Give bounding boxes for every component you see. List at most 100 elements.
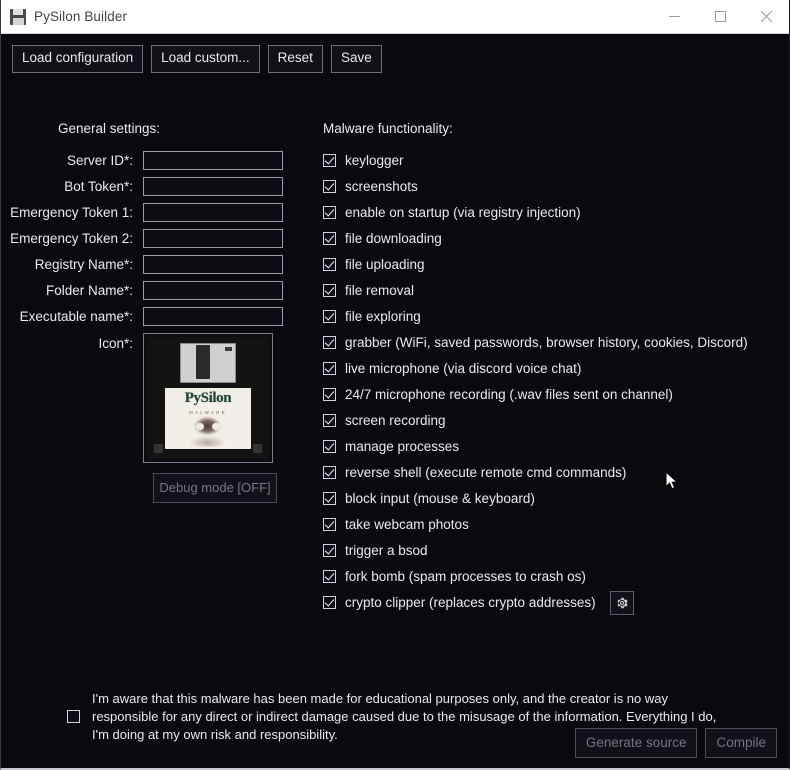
checkbox-label[interactable]: take webcam photos [345,517,469,532]
icon-label: Icon*: [98,335,133,351]
close-icon[interactable] [743,0,789,34]
floppy-shutter [179,342,237,384]
checkbox-live-microphone[interactable] [323,362,336,376]
folder-name-input[interactable] [143,281,283,301]
pysilon-brand-text: PySilon [184,389,232,406]
checkbox-label[interactable]: enable on startup (via registry injectio… [345,205,581,220]
disclaimer-checkbox[interactable] [67,710,80,724]
checkbox-label[interactable]: block input (mouse & keyboard) [345,491,535,506]
checkbox-row-file-uploading: file uploading [323,252,773,278]
checkbox-enable-on-startup[interactable] [323,206,336,220]
checkbox-label[interactable]: manage processes [345,439,459,454]
checkbox-fork-bomb[interactable] [323,570,336,584]
field-label: Server ID*: [66,153,133,169]
checkbox-microphone-recording[interactable] [323,388,336,402]
registry-name-input[interactable] [143,255,283,275]
footer-actions: Generate source Compile [574,728,777,758]
checkbox-row-keylogger: keylogger [323,148,773,174]
checkbox-keylogger[interactable] [323,154,336,168]
checkbox-row-block-input: block input (mouse & keyboard) [323,486,773,512]
checkbox-label[interactable]: fork bomb (spam processes to crash os) [345,569,586,584]
checkbox-webcam-photos[interactable] [323,518,336,532]
floppy-disk-icon: PySilon MALWARE [147,336,269,459]
general-settings-heading: General settings: [58,120,161,136]
field-label: Bot Token*: [64,179,133,195]
floppy-disk-icon [10,8,26,25]
checkbox-label[interactable]: file downloading [345,231,442,246]
executable-name-input[interactable] [143,307,283,327]
malware-functionality-panel: Malware functionality: keylogger screens… [323,121,773,616]
field-label: Emergency Token 2: [10,231,133,247]
checkbox-row-screenshots: screenshots [323,174,773,200]
field-executable-name: Executable name*: [1,304,301,330]
bot-token-input[interactable] [143,177,283,197]
minimize-icon[interactable] [651,0,697,34]
floppy-notch-right [253,444,262,453]
checkbox-label[interactable]: crypto clipper (replaces crypto addresse… [345,595,596,610]
debug-mode-button[interactable]: Debug mode [OFF] [153,472,277,503]
emergency-token-2-input[interactable] [143,229,283,249]
field-label: Executable name*: [19,309,133,325]
floppy-label: PySilon MALWARE [165,388,251,450]
checkbox-reverse-shell[interactable] [323,466,336,480]
checkbox-label[interactable]: reverse shell (execute remote cmd comman… [345,465,626,480]
load-custom-button[interactable]: Load custom... [151,45,260,73]
checkbox-row-reverse-shell: reverse shell (execute remote cmd comman… [323,460,773,486]
debug-mode-row: Debug mode [OFF] [1,472,301,503]
window-controls [651,0,789,34]
checkbox-row-trigger-bsod: trigger a bsod [323,538,773,564]
checkbox-block-input[interactable] [323,492,336,506]
checkbox-file-downloading[interactable] [323,232,336,246]
emergency-token-1-input[interactable] [143,203,283,223]
load-configuration-button[interactable]: Load configuration [12,45,144,73]
checkbox-row-file-exploring: file exploring [323,304,773,330]
skull-icon [187,414,229,447]
checkbox-row-microphone-recording: 24/7 microphone recording (.wav files se… [323,382,773,408]
checkbox-crypto-clipper[interactable] [323,596,336,610]
checkbox-trigger-bsod[interactable] [323,544,336,558]
field-label: Folder Name*: [45,283,133,299]
checkbox-screenshots[interactable] [323,180,336,194]
server-id-input[interactable] [143,151,283,171]
field-server-id: Server ID*: [1,148,301,174]
field-registry-name: Registry Name*: [1,252,301,278]
checkbox-row-crypto-clipper: crypto clipper (replaces crypto addresse… [323,590,773,616]
icon-field: Icon*: PySilon MALWARE [1,332,301,463]
checkbox-label[interactable]: trigger a bsod [345,543,428,558]
checkbox-label[interactable]: file removal [345,283,414,298]
checkbox-file-uploading[interactable] [323,258,336,272]
checkbox-row-live-microphone: live microphone (via discord voice chat) [323,356,773,382]
toolbar: Load configuration Load custom... Reset … [1,34,789,73]
checkbox-label[interactable]: live microphone (via discord voice chat) [345,361,581,376]
checkbox-grabber[interactable] [323,336,336,350]
field-emergency-token-2: Emergency Token 2: [1,226,301,252]
checkbox-label[interactable]: 24/7 microphone recording (.wav files se… [345,387,673,402]
checkbox-row-screen-recording: screen recording [323,408,773,434]
checkbox-row-webcam-photos: take webcam photos [323,512,773,538]
field-folder-name: Folder Name*: [1,278,301,304]
maximize-icon[interactable] [697,0,743,34]
crypto-clipper-settings-button[interactable] [609,590,634,615]
checkbox-file-exploring[interactable] [323,310,336,324]
general-settings-panel: General settings: Server ID*: Bot Token*… [1,121,301,503]
functionality-heading: Malware functionality: [323,120,453,136]
checkbox-label[interactable]: screenshots [345,179,418,194]
checkbox-label[interactable]: keylogger [345,153,404,168]
icon-preview[interactable]: PySilon MALWARE [143,332,273,463]
reset-button[interactable]: Reset [267,45,323,73]
checkbox-row-file-downloading: file downloading [323,226,773,252]
checkbox-manage-processes[interactable] [323,440,336,454]
checkbox-label[interactable]: file uploading [345,257,425,272]
checkbox-label[interactable]: file exploring [345,309,421,324]
checkbox-label[interactable]: screen recording [345,413,446,428]
pysilon-builder-window: PySilon Builder Load configuration Load … [0,0,790,770]
checkbox-screen-recording[interactable] [323,414,336,428]
checkbox-file-removal[interactable] [323,284,336,298]
window-title: PySilon Builder [34,9,128,24]
compile-button[interactable]: Compile [705,728,777,758]
checkbox-row-file-removal: file removal [323,278,773,304]
save-button[interactable]: Save [330,45,382,73]
generate-source-button[interactable]: Generate source [574,728,698,758]
checkbox-label[interactable]: grabber (WiFi, saved passwords, browser … [345,335,748,350]
floppy-notch-left [154,444,163,453]
